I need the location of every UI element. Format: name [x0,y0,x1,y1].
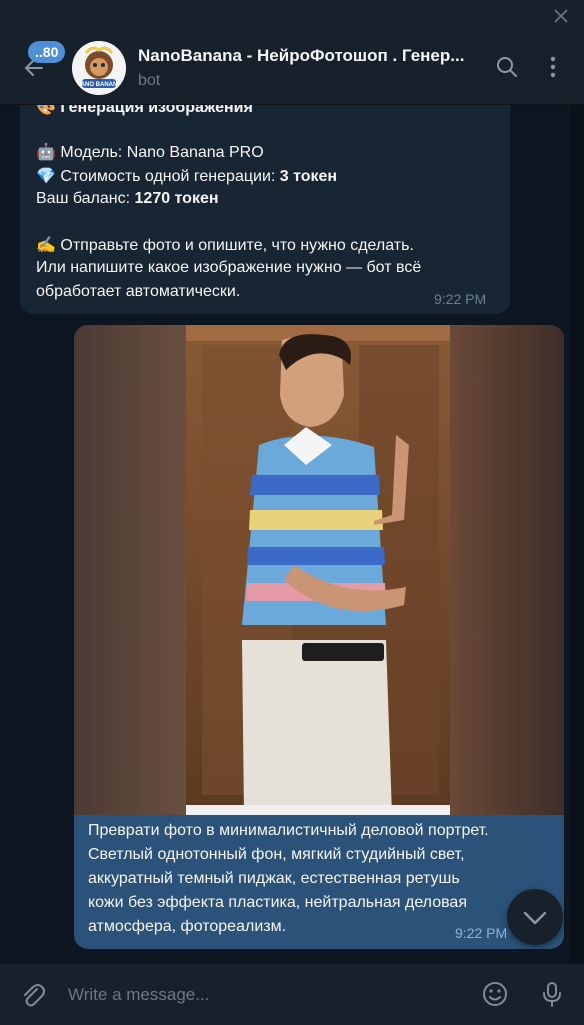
caption-line-3: аккуратный темный пиджак, естественная р… [88,870,460,887]
instruction-line-1: ✍️ Отправьте фото и опишите, что нужно с… [36,237,414,254]
palette-emoji-icon: 🎨 [36,105,56,116]
caption-line-1: Преврати фото в минималистичный деловой … [88,822,489,839]
model-line: 🤖 Модель: Nano Banana PRO [36,144,264,161]
caption-line-5: атмосфера, фотореализм. [88,918,287,935]
microphone-icon[interactable] [538,980,566,1008]
cost-line: 💎 Стоимость одной генерации: 3 токен [36,168,338,185]
writing-hand-emoji-icon: ✍️ [36,237,56,254]
instruction-line-2: Или напишите какое изображение нужно — б… [36,259,422,276]
banana-mascot-logo: NANO BANANA [72,41,126,95]
close-icon[interactable] [552,7,570,25]
message-composer: Write a message... [0,963,584,1025]
message-input[interactable]: Write a message... [68,985,209,1005]
message-time: 9:22 PM [434,291,487,307]
paperclip-icon[interactable] [18,980,46,1008]
diamond-emoji-icon: 💎 [36,168,56,185]
attached-photo[interactable] [74,325,564,815]
bot-avatar[interactable]: NANO BANANA [72,41,126,95]
scroll-to-bottom-button[interactable] [507,889,563,945]
chat-scrollbar-track[interactable] [570,105,584,963]
kebab-menu-icon[interactable] [540,54,566,80]
chevron-down-icon [523,911,547,925]
bot-message-bubble: 🎨 Генерация изображения 🤖 Модель: Nano B… [20,105,510,314]
svg-text:NANO BANANA: NANO BANANA [76,82,122,88]
search-icon[interactable] [494,54,520,80]
chat-header: ..80 NANO BANANA NanoBanana - НейроФотош… [0,32,584,105]
caption-line-4: кожи без эффекта пластика, нейтральная д… [88,894,467,911]
balance-line: Ваш баланс: 1270 токен [36,190,219,207]
chat-subtitle: bot [138,72,161,89]
photo-image [74,325,564,815]
message-time: 9:22 PM [455,925,508,941]
user-message-bubble: Преврати фото в минималистичный деловой … [74,325,564,949]
caption-line-2: Светлый однотонный фон, мягкий студийный… [88,846,465,863]
instruction-line-3: обработает автоматически. [36,283,241,300]
chat-title[interactable]: NanoBanana - НейроФотошоп . Генер... [138,46,464,66]
message-line-cut: 🎨 Генерация изображения [36,105,253,117]
robot-emoji-icon: 🤖 [36,144,56,161]
window-titlebar [0,0,584,32]
emoji-icon[interactable] [481,980,509,1008]
chat-messages-area[interactable]: 🎨 Генерация изображения 🤖 Модель: Nano B… [0,105,584,963]
unread-count-badge[interactable]: ..80 [28,41,66,63]
